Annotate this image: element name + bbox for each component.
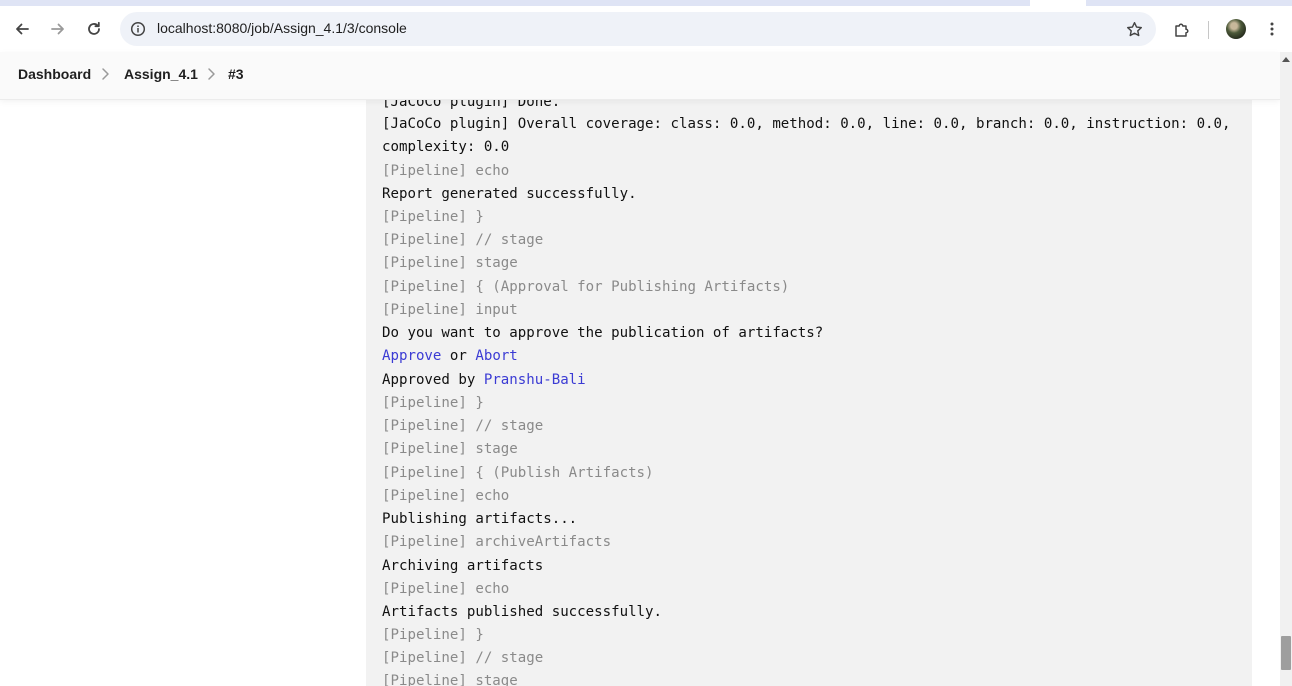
- star-icon[interactable]: [1124, 19, 1144, 39]
- profile-avatar[interactable]: [1226, 19, 1246, 39]
- arrow-right-icon: [51, 23, 64, 35]
- console-line: [Pipeline] }: [382, 395, 484, 411]
- breadcrumb-item-job[interactable]: Assign_4.1: [124, 66, 198, 82]
- or-text: or: [441, 348, 476, 364]
- approver-user-link[interactable]: Pranshu-Bali: [484, 372, 586, 388]
- chevron-right-icon: [102, 68, 109, 80]
- approved-by-line: Approved by Pranshu-Bali: [382, 372, 586, 388]
- console-line: [Pipeline] echo: [382, 581, 510, 597]
- console-line: [Pipeline] { (Approval for Publishing Ar…: [382, 279, 790, 295]
- browser-toolbar: localhost:8080/job/Assign_4.1/3/console: [0, 6, 1292, 52]
- kebab-menu-icon: [1270, 22, 1274, 36]
- scroll-thumb[interactable]: [1281, 636, 1291, 670]
- url-text[interactable]: localhost:8080/job/Assign_4.1/3/console: [157, 20, 407, 36]
- console-line: [Pipeline] archiveArtifacts: [382, 534, 612, 550]
- browser-menu-button[interactable]: [1259, 16, 1285, 42]
- console-line: [Pipeline] // stage: [382, 232, 544, 248]
- scroll-up-arrow-icon[interactable]: [1282, 57, 1290, 62]
- console-line: Report generated successfully.: [382, 186, 637, 202]
- approve-link[interactable]: Approve: [382, 348, 441, 364]
- address-bar[interactable]: localhost:8080/job/Assign_4.1/3/console: [120, 12, 1156, 46]
- toolbar-divider: [1208, 21, 1209, 39]
- abort-link[interactable]: Abort: [475, 348, 517, 364]
- console-line: [JaCoCo plugin] Overall coverage: class:…: [382, 116, 1231, 132]
- chevron-right-icon: [208, 68, 215, 80]
- forward-button[interactable]: [45, 16, 71, 42]
- breadcrumb-item-build[interactable]: #3: [228, 66, 244, 82]
- console-line: [Pipeline] // stage: [382, 650, 544, 666]
- console-line: Do you want to approve the publication o…: [382, 325, 824, 341]
- breadcrumb: Dashboard Assign_4.1 #3: [0, 52, 1280, 100]
- breadcrumb-item-dashboard[interactable]: Dashboard: [18, 66, 91, 82]
- console-line: [Pipeline] { (Publish Artifacts): [382, 465, 654, 481]
- console-line: Publishing artifacts...: [382, 511, 578, 527]
- console-line: [Pipeline] stage: [382, 441, 518, 457]
- console-line: complexity: 0.0: [382, 139, 510, 155]
- console-line: [Pipeline] stage: [382, 673, 518, 686]
- console-output: [JaCoCo plugin] Done. [JaCoCo plugin] Ov…: [366, 86, 1252, 686]
- console-line: [Pipeline] }: [382, 627, 484, 643]
- console-line: [Pipeline] }: [382, 209, 484, 225]
- page-scrollbar[interactable]: [1280, 52, 1292, 686]
- reload-icon: [88, 21, 100, 35]
- arrow-left-icon: [16, 23, 29, 35]
- reload-button[interactable]: [81, 16, 107, 42]
- console-line: Artifacts published successfully.: [382, 604, 663, 620]
- console-line: [Pipeline] // stage: [382, 418, 544, 434]
- console-line: [Pipeline] echo: [382, 488, 510, 504]
- approved-by-prefix: Approved by: [382, 372, 484, 388]
- console-line: Archiving artifacts: [382, 558, 544, 574]
- info-icon[interactable]: [128, 19, 148, 39]
- back-button[interactable]: [9, 16, 35, 42]
- console-line: [Pipeline] input: [382, 302, 518, 318]
- console-line: [Pipeline] echo: [382, 163, 510, 179]
- extensions-button[interactable]: [1169, 16, 1195, 42]
- puzzle-icon: [1175, 23, 1189, 37]
- approval-prompt-line: Approve or Abort: [382, 348, 518, 364]
- console-line: [Pipeline] stage: [382, 255, 518, 271]
